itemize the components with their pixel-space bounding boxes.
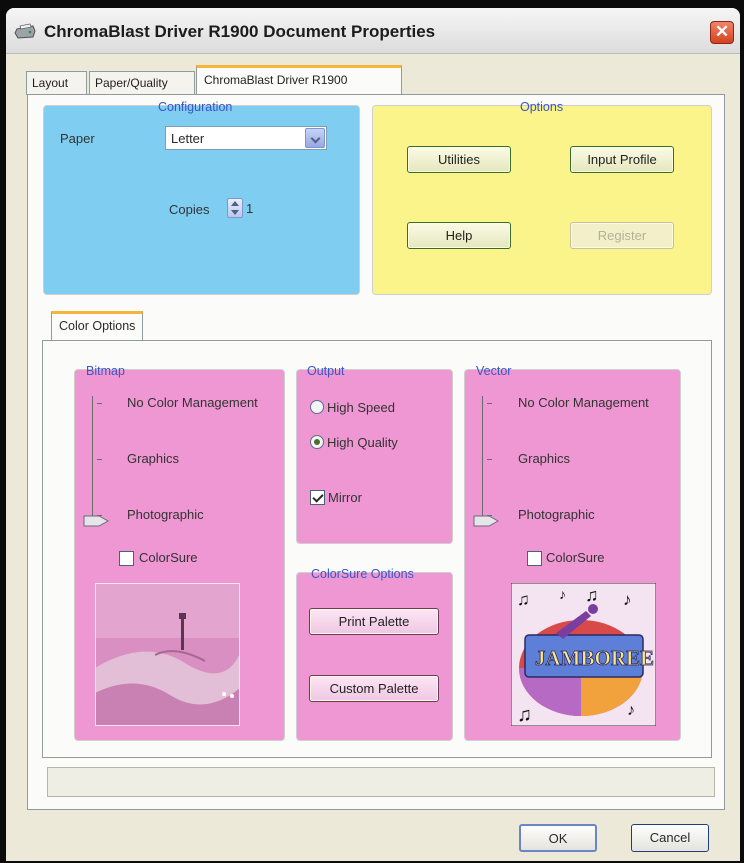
output-legend: Output [307,364,345,378]
bitmap-level-graphics[interactable]: Graphics [127,451,179,466]
chevron-down-icon[interactable] [305,128,325,148]
bitmap-color-slider[interactable] [92,396,93,520]
bitmap-legend: Bitmap [86,364,125,378]
music-note-icon: ♪ [627,702,635,719]
vector-preview-image: JAMBOREE ♫ ♪ ♫ ♪ ♫ ♪ [511,583,656,726]
custom-palette-button[interactable]: Custom Palette [309,675,439,702]
slider-tick [487,459,492,460]
vector-legend: Vector [476,364,512,378]
high-speed-radio[interactable] [310,400,324,414]
bitmap-colorsure-label: ColorSure [139,550,198,565]
mirror-checkbox[interactable] [310,490,325,505]
options-legend: Options [520,100,564,114]
configuration-legend: Configuration [158,100,233,114]
bitmap-preview-image [95,583,240,726]
slider-tick [487,403,492,404]
input-profile-button[interactable]: Input Profile [570,146,674,173]
high-speed-label: High Speed [327,400,395,415]
copies-label: Copies [169,202,210,217]
paper-label: Paper [60,131,95,146]
jamboree-logo-text: JAMBOREE [535,646,654,670]
document-properties-dialog: ChromaBlast Driver R1900 Document Proper… [6,8,740,861]
vector-colorsure-label: ColorSure [546,550,605,565]
title-bar[interactable]: ChromaBlast Driver R1900 Document Proper… [6,8,740,54]
tab-layout[interactable]: Layout [26,71,87,95]
utilities-button[interactable]: Utilities [407,146,511,173]
colorsure-options-legend: ColorSure Options [311,567,414,581]
paper-select-value: Letter [171,131,205,146]
paper-select[interactable]: Letter [165,126,327,150]
bitmap-level-photographic[interactable]: Photographic [127,507,204,522]
vector-colorsure-checkbox[interactable] [527,551,542,566]
ok-button[interactable]: OK [519,824,597,852]
slider-thumb-icon[interactable] [83,515,109,527]
vector-level-photographic[interactable]: Photographic [518,507,595,522]
music-note-icon: ♪ [623,590,632,609]
printer-icon [14,23,36,39]
high-quality-radio[interactable] [310,435,324,449]
tab-chromablast-driver[interactable]: ChromaBlast Driver R1900 [196,65,402,96]
cancel-button[interactable]: Cancel [631,824,709,852]
bitmap-colorsure-checkbox[interactable] [119,551,134,566]
register-button[interactable]: Register [570,222,674,249]
mirror-label: Mirror [328,490,362,505]
slider-tick [97,403,102,404]
copies-value[interactable]: 1 [246,201,253,216]
music-note-icon: ♪ [559,586,566,602]
music-note-icon: ♫ [517,590,530,609]
close-button[interactable]: ✕ [710,21,734,44]
vector-level-graphics[interactable]: Graphics [518,451,570,466]
tab-paper-quality[interactable]: Paper/Quality [89,71,195,95]
bitmap-level-none[interactable]: No Color Management [127,395,258,410]
high-quality-label: High Quality [327,435,398,450]
close-icon: ✕ [714,22,730,41]
configuration-group: Configuration Paper Letter Copies 1 [43,100,360,295]
vector-color-slider[interactable] [482,396,483,520]
bitmap-group: Bitmap No Color Management Graphics Phot… [74,364,285,741]
window-title: ChromaBlast Driver R1900 Document Proper… [44,22,436,41]
music-note-icon: ♫ [585,585,599,605]
output-group: Output High Speed High Quality Mirror [296,364,453,544]
status-bar [47,767,715,797]
copies-stepper[interactable] [227,198,243,218]
vector-group: Vector No Color Management Graphics Phot… [464,364,681,741]
tab-panel: Configuration Paper Letter Copies 1 Opti… [27,94,725,810]
slider-thumb-icon[interactable] [473,515,499,527]
tab-color-options[interactable]: Color Options [51,311,144,341]
colorsure-options-group: ColorSure Options Print Palette Custom P… [296,567,453,741]
slider-tick [97,459,102,460]
color-options-panel: Bitmap No Color Management Graphics Phot… [42,340,712,758]
vector-level-none[interactable]: No Color Management [518,395,649,410]
print-palette-button[interactable]: Print Palette [309,608,439,635]
options-group: Options Utilities Input Profile Help Reg… [372,100,712,295]
help-button[interactable]: Help [407,222,511,249]
music-note-icon: ♫ [517,704,532,726]
